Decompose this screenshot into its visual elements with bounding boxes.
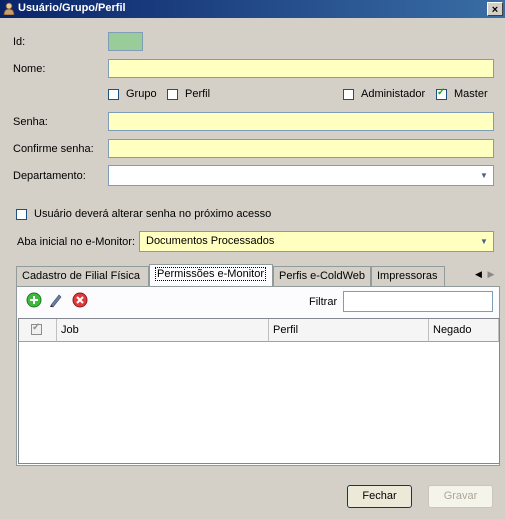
chevron-down-icon[interactable]: ▼ <box>476 167 492 184</box>
filtrar-label: Filtrar <box>309 296 338 308</box>
tab-label: Impressoras <box>377 270 438 282</box>
administrador-checkbox[interactable] <box>343 89 354 100</box>
tab-left-arrow-icon[interactable]: ◀ <box>475 269 482 279</box>
perfil-checkbox[interactable] <box>167 89 178 100</box>
fechar-button[interactable]: Fechar <box>347 485 412 508</box>
column-header-job[interactable]: Job <box>57 319 269 342</box>
tab-label: Cadastro de Filial Física <box>22 270 140 282</box>
tab-perfis-ecoldweb[interactable]: Perfis e-ColdWeb <box>273 266 371 286</box>
nome-label: Nome: <box>13 63 46 75</box>
tab-label: Permissões e-Monitor <box>155 267 266 281</box>
gravar-button[interactable]: Gravar <box>428 485 493 508</box>
tab-label: Perfis e-ColdWeb <box>279 270 365 282</box>
senha-label: Senha: <box>13 116 48 128</box>
column-header-negado[interactable]: Negado <box>429 319 499 342</box>
grupo-checkbox[interactable] <box>108 89 119 100</box>
departamento-select[interactable]: ▼ <box>108 165 494 186</box>
user-icon <box>3 2 15 15</box>
master-label: Master <box>454 88 488 100</box>
select-all-checkbox[interactable]: ✓ <box>31 322 42 335</box>
filtrar-input[interactable] <box>343 291 493 312</box>
aba-inicial-select[interactable]: Documentos Processados ▼ <box>139 231 494 252</box>
tab-permissoes-emonitor[interactable]: Permissões e-Monitor <box>149 264 273 287</box>
window-title: Usuário/Grupo/Perfil <box>18 2 126 14</box>
close-button[interactable]: × <box>487 2 503 16</box>
aba-inicial-label: Aba inicial no e-Monitor: <box>17 236 136 248</box>
senha-input[interactable] <box>108 112 494 131</box>
tab-scroll-arrows: ◀ ▶ <box>475 269 494 280</box>
master-checkbox[interactable]: ✓ <box>436 87 447 100</box>
edit-icon[interactable] <box>48 292 64 308</box>
departamento-label: Departamento: <box>13 170 86 182</box>
id-label: Id: <box>13 36 26 48</box>
checkmark-icon: ✓ <box>32 322 41 333</box>
title-bar: Usuário/Grupo/Perfil × <box>0 0 505 18</box>
column-header-perfil[interactable]: Perfil <box>269 319 429 342</box>
select-all-header[interactable]: ✓ <box>19 319 57 342</box>
confirme-senha-label: Confirme senha: <box>13 143 94 155</box>
tab-cadastro-filial[interactable]: Cadastro de Filial Física <box>16 266 149 286</box>
permissions-grid: ✓ Job Perfil Negado <box>18 318 500 464</box>
alterar-senha-checkbox[interactable] <box>16 209 27 220</box>
delete-icon[interactable] <box>72 292 88 308</box>
id-field <box>108 32 143 51</box>
alterar-senha-label: Usuário deverá alterar senha no próximo … <box>34 208 272 220</box>
checkmark-icon: ✓ <box>437 87 446 98</box>
grupo-label: Grupo <box>126 88 157 100</box>
tab-strip: Cadastro de Filial Física Permissões e-M… <box>16 264 496 287</box>
tab-right-arrow-icon[interactable]: ▶ <box>487 269 494 279</box>
nome-input[interactable] <box>108 59 494 78</box>
aba-inicial-value: Documentos Processados <box>146 235 275 247</box>
add-icon[interactable] <box>26 292 42 308</box>
administrador-label: Administador <box>361 88 426 100</box>
perfil-label: Perfil <box>185 88 211 100</box>
confirme-senha-input[interactable] <box>108 139 494 158</box>
chevron-down-icon[interactable]: ▼ <box>476 233 492 250</box>
tab-impressoras[interactable]: Impressoras <box>371 266 445 286</box>
